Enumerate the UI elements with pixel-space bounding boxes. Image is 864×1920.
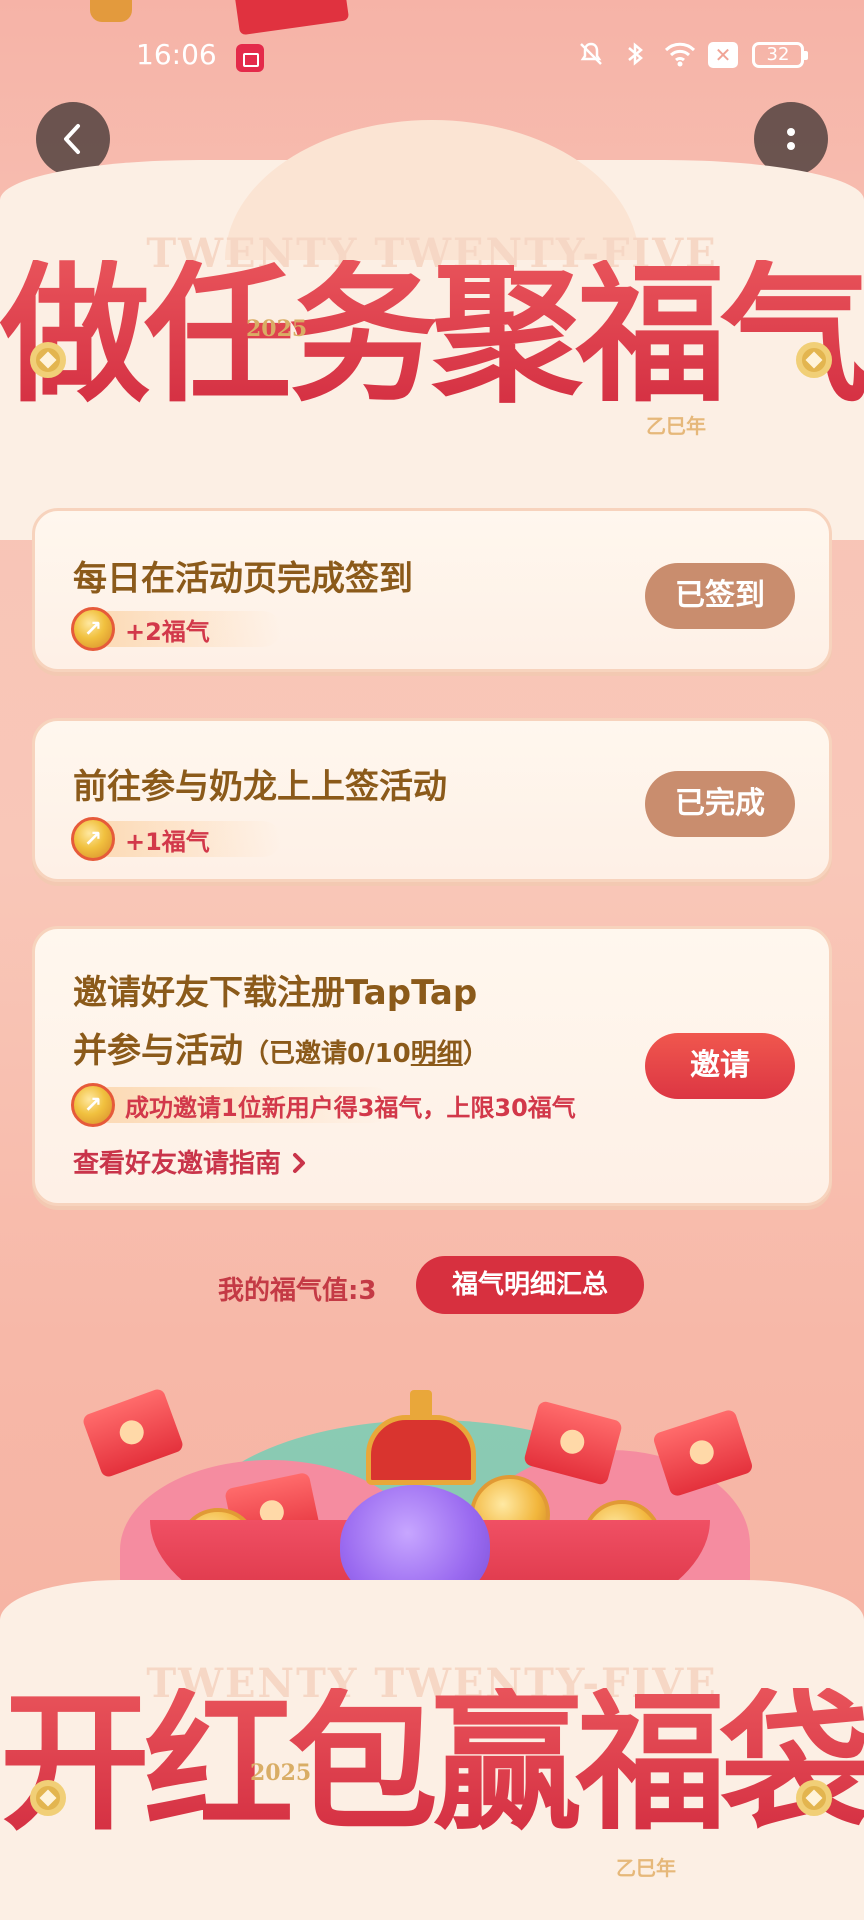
header-banner: TWENTY TWENTY-FIVE 做任务聚福气 2025 乙巳年 (0, 120, 864, 540)
task-reward: ↗ +1福气 (71, 817, 281, 861)
checked-in-button[interactable]: 已签到 (645, 563, 795, 629)
status-bar: 16:06 ✕ 32 (0, 30, 864, 84)
screen-record-icon (236, 44, 264, 72)
reward-text: +2福气 (125, 617, 210, 646)
bottom-banner: TWENTY TWENTY-FIVE 开红包赢福袋 2025 乙巳年 (0, 1580, 864, 1920)
task-card-checkin: 每日在活动页完成签到 ↗ +2福气 已签到 (32, 508, 832, 672)
task-reward: ↗ 成功邀请1位新用户得3福气，上限30福气 (71, 1083, 576, 1127)
chevron-right-icon (293, 1153, 306, 1173)
bluetooth-icon (620, 40, 650, 70)
red-packet-icon (651, 1408, 755, 1498)
task-card-invite: 邀请好友下载注册TapTap 并参与活动（已邀请0/10明细） ↗ 成功邀请1位… (32, 926, 832, 1206)
coin-ornament-icon (30, 342, 66, 378)
battery-icon: 32 (752, 42, 808, 68)
invite-guide-link[interactable]: 查看好友邀请指南 (73, 1143, 308, 1180)
mute-icon (576, 40, 606, 70)
task-subtitle: 并参与活动（已邀请0/10明细） (73, 1031, 489, 1071)
bottom-year: 2025 (250, 1760, 312, 1786)
fortune-details-button[interactable]: 福气明细汇总 (416, 1256, 644, 1314)
status-icons: ✕ 32 (576, 40, 808, 70)
task-title: 每日在活动页完成签到 (73, 559, 413, 599)
fortune-summary: 我的福气值:3 福气明细汇总 (0, 1256, 864, 1316)
task-card-activity: 前往参与奶龙上上签活动 ↗ +1福气 已完成 (32, 718, 832, 882)
top-decoration (0, 0, 864, 36)
coin-ornament-icon (30, 1780, 66, 1816)
reward-text: +1福气 (125, 827, 210, 856)
decoration-figure (90, 0, 132, 22)
reward-text: 成功邀请1位新用户得3福气，上限30福气 (125, 1093, 576, 1122)
bottom-zodiac: 乙巳年 (616, 1856, 676, 1880)
no-sim-icon: ✕ (708, 42, 738, 68)
task-title: 邀请好友下载注册TapTap (73, 973, 478, 1013)
wifi-icon (664, 40, 696, 70)
red-packet-icon (81, 1387, 185, 1479)
coin-icon: ↗ (71, 607, 115, 651)
invite-details-link[interactable]: 明细 (411, 1039, 463, 1069)
task-reward: ↗ +2福气 (71, 607, 281, 651)
coin-ornament-icon (796, 342, 832, 378)
invite-button[interactable]: 邀请 (645, 1033, 795, 1099)
completed-button[interactable]: 已完成 (645, 771, 795, 837)
fortune-value: 我的福气值:3 (218, 1276, 377, 1306)
header-year: 2025 (246, 316, 308, 342)
status-time: 16:06 (136, 38, 217, 71)
coin-icon: ↗ (71, 1083, 115, 1127)
invite-count: （已邀请0/10 (243, 1039, 411, 1069)
crown-icon (366, 1390, 476, 1485)
coin-ornament-icon (796, 1780, 832, 1816)
task-title: 前往参与奶龙上上签活动 (73, 767, 447, 807)
header-zodiac: 乙巳年 (646, 414, 706, 438)
coin-icon: ↗ (71, 817, 115, 861)
section-title: 开红包赢福袋 (0, 1675, 864, 1851)
page-title: 做任务聚福气 (0, 247, 864, 423)
